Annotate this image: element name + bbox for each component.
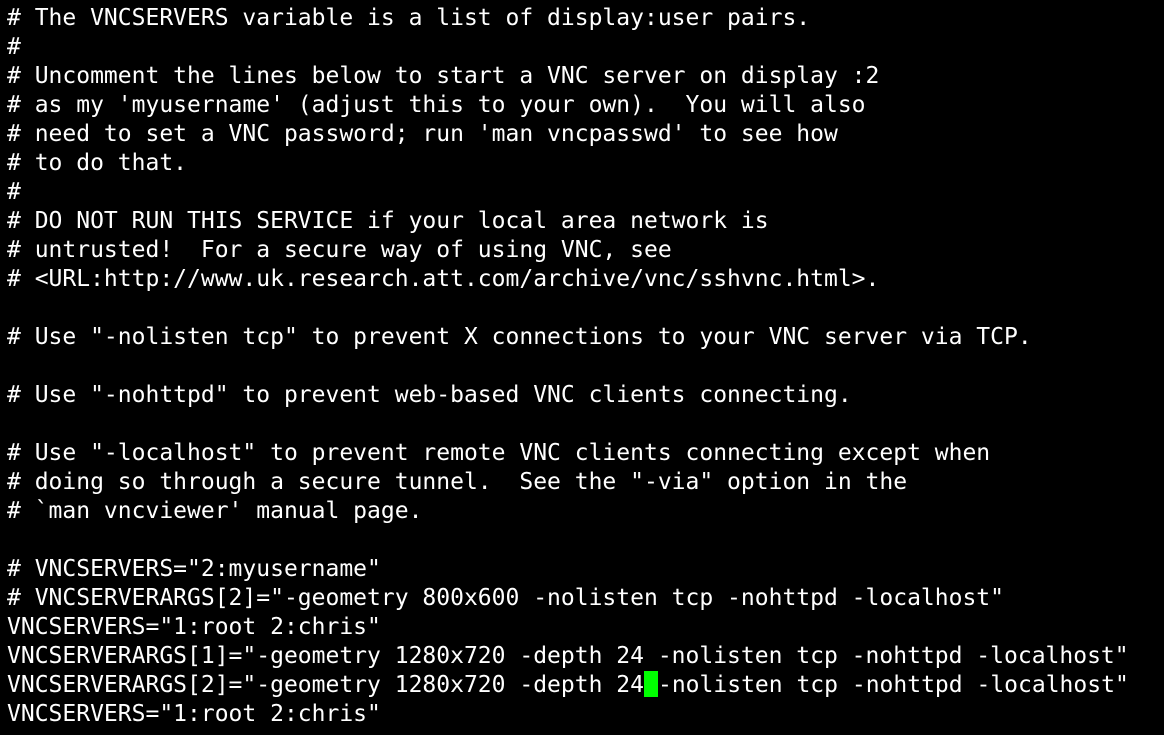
text-line: # Use "-nohttpd" to prevent web-based VN… (7, 382, 852, 408)
text-line: # Use "-localhost" to prevent remote VNC… (7, 440, 991, 466)
text-line: # (7, 34, 21, 60)
text-line: # VNCSERVERS="2:myusername" (7, 556, 381, 582)
text-line: # (7, 179, 21, 205)
text-line: # to do that. (7, 150, 188, 176)
text-line: # untrusted! For a secure way of using V… (7, 237, 672, 263)
text-line (7, 352, 1164, 381)
text-line: # as my 'myusername' (adjust this to you… (7, 92, 866, 118)
text-line: # doing so through a secure tunnel. See … (7, 469, 908, 495)
text-line: VNCSERVERARGS[1]="-geometry 1280x720 -de… (7, 643, 1129, 669)
text-cursor (643, 671, 658, 697)
text-line: # need to set a VNC password; run 'man v… (7, 121, 838, 147)
text-line: VNCSERVERS="1:root 2:chris" (7, 701, 381, 727)
text-line (7, 526, 1164, 555)
text-line (7, 410, 1164, 439)
text-line: # VNCSERVERARGS[2]="-geometry 800x600 -n… (7, 585, 1004, 611)
text-line: # Uncomment the lines below to start a V… (7, 63, 880, 89)
text-line: # The VNCSERVERS variable is a list of d… (7, 5, 811, 31)
cursor-line: VNCSERVERARGS[2]="-geometry 1280x720 -de… (7, 671, 1164, 700)
text-line (7, 294, 1164, 323)
text-line: # `man vncviewer' manual page. (7, 498, 423, 524)
text-line: VNCSERVERS="1:root 2:chris" (7, 614, 381, 640)
terminal-editor[interactable]: # The VNCSERVERS variable is a list of d… (0, 0, 1164, 735)
cursor-line-after: -nolisten tcp -nohttpd -localhost" (657, 672, 1129, 698)
cursor-line-before: VNCSERVERARGS[2]="-geometry 1280x720 -de… (7, 672, 644, 698)
text-line: # <URL:http://www.uk.research.att.com/ar… (7, 266, 880, 292)
text-line: # Use "-nolisten tcp" to prevent X conne… (7, 324, 1032, 350)
text-line: # DO NOT RUN THIS SERVICE if your local … (7, 208, 769, 234)
